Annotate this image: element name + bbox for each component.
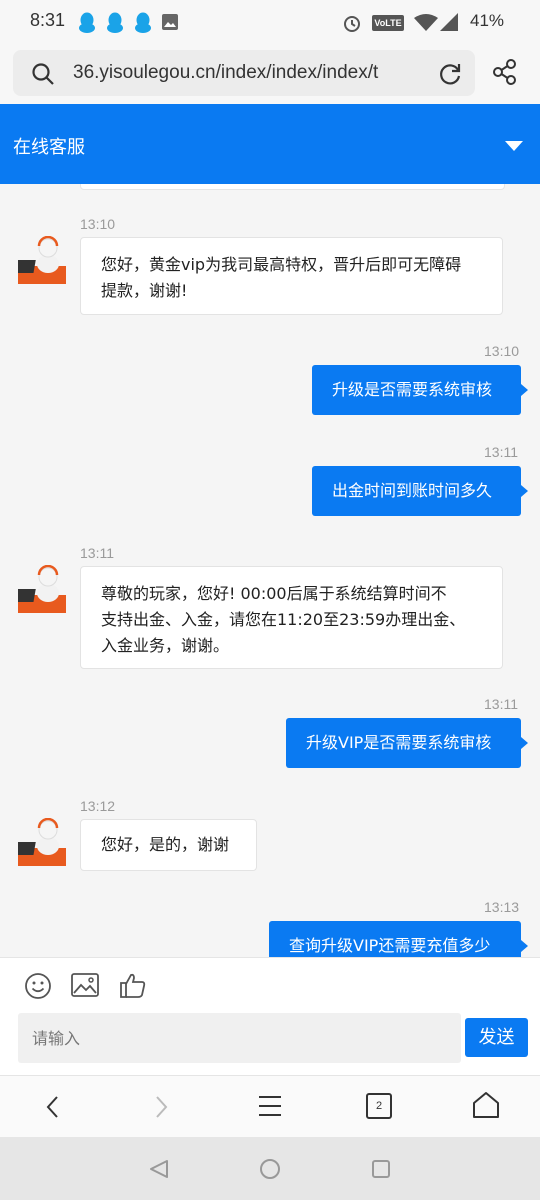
qq-notification-icon: [135, 12, 151, 33]
message-timestamp: 13:13: [484, 899, 520, 915]
chat-header: 在线客服: [0, 104, 540, 184]
message-bubble-agent: 您好，是的，谢谢: [80, 819, 257, 871]
dropdown-toggle[interactable]: [505, 141, 523, 151]
message-bubble-user: 出金时间到账时间多久: [312, 466, 521, 516]
send-button[interactable]: 发送: [465, 1018, 528, 1057]
message-line: 您好，是的，谢谢: [101, 835, 230, 854]
status-bar: 8:31 VoLTE 41%: [0, 0, 540, 44]
chat-history[interactable]: 13:10 您好，黄金vip为我司最高特权，晋升后即可无障碍 提款，谢谢! 13…: [0, 184, 540, 957]
signal-icon: [440, 13, 458, 31]
message-line: 入金业务，谢谢。: [101, 636, 230, 655]
status-time: 8:31: [30, 10, 66, 30]
bubble-tail: [521, 737, 528, 749]
message-timestamp: 13:11: [80, 545, 114, 561]
browser-nav-bar: 2: [0, 1075, 540, 1138]
qq-notification-icon: [107, 12, 123, 33]
forward-icon[interactable]: [152, 1094, 170, 1120]
message-timestamp: 13:10: [484, 343, 520, 359]
message-bubble-agent: 您好，黄金vip为我司最高特权，晋升后即可无障碍 提款，谢谢!: [80, 237, 503, 315]
home-icon[interactable]: [471, 1090, 501, 1120]
search-icon: [32, 63, 54, 85]
message-line: 支持出金、入金，请您在11:20至23:59办理出金、: [101, 610, 466, 629]
composer: 发送: [0, 957, 540, 1076]
message-timestamp: 13:11: [484, 444, 518, 460]
bubble-tail: [521, 940, 528, 952]
message-line: 您好，黄金vip为我司最高特权，晋升后即可无障碍: [101, 255, 462, 274]
image-icon[interactable]: [71, 973, 99, 997]
message-line: 尊敬的玩家，您好! 00:00后属于系统结算时间不: [101, 584, 447, 603]
bubble-tail: [521, 384, 528, 396]
message-bubble-agent: 尊敬的玩家，您好! 00:00后属于系统结算时间不 支持出金、入金，请您在11:…: [80, 566, 503, 669]
message-timestamp: 13:10: [80, 216, 116, 232]
message-input[interactable]: [18, 1013, 461, 1063]
share-icon[interactable]: [492, 58, 518, 86]
system-nav-bar: [0, 1137, 540, 1200]
tabs-count-button[interactable]: 2: [366, 1093, 392, 1119]
message-input-field[interactable]: [18, 1013, 461, 1063]
agent-avatar: [18, 565, 66, 613]
message-bubble-user: 升级是否需要系统审核: [312, 365, 521, 415]
page-title: 在线客服: [13, 137, 85, 158]
volte-badge: VoLTE: [372, 15, 404, 31]
bubble-tail: [521, 485, 528, 497]
reload-icon[interactable]: [437, 61, 463, 87]
battery-percent: 41%: [470, 11, 505, 30]
system-recents-icon[interactable]: [370, 1158, 392, 1180]
system-home-icon[interactable]: [259, 1158, 281, 1180]
thumbs-up-icon[interactable]: [119, 971, 147, 999]
qq-notification-icon: [79, 12, 95, 33]
alarm-icon: [344, 16, 360, 32]
message-bubble-user: 查询升级VIP还需要充值多少: [269, 921, 521, 957]
browser-toolbar: 36.yisoulegou.cn/index/index/index/t: [0, 44, 540, 104]
address-bar[interactable]: 36.yisoulegou.cn/index/index/index/t: [13, 50, 475, 96]
back-icon[interactable]: [44, 1094, 62, 1120]
menu-icon[interactable]: [257, 1094, 283, 1118]
message-line: 提款，谢谢!: [101, 281, 188, 300]
wifi-icon: [414, 14, 438, 31]
message-bubble-partial: [80, 184, 505, 190]
agent-avatar: [18, 818, 66, 866]
message-bubble-user: 升级VIP是否需要系统审核: [286, 718, 521, 768]
emoji-icon[interactable]: [24, 972, 52, 1000]
system-back-icon[interactable]: [148, 1158, 170, 1180]
agent-avatar: [18, 236, 66, 284]
message-timestamp: 13:12: [80, 798, 116, 814]
image-notification-icon: [162, 14, 178, 30]
url-text[interactable]: 36.yisoulegou.cn/index/index/index/t: [73, 62, 423, 84]
message-timestamp: 13:11: [484, 696, 518, 712]
